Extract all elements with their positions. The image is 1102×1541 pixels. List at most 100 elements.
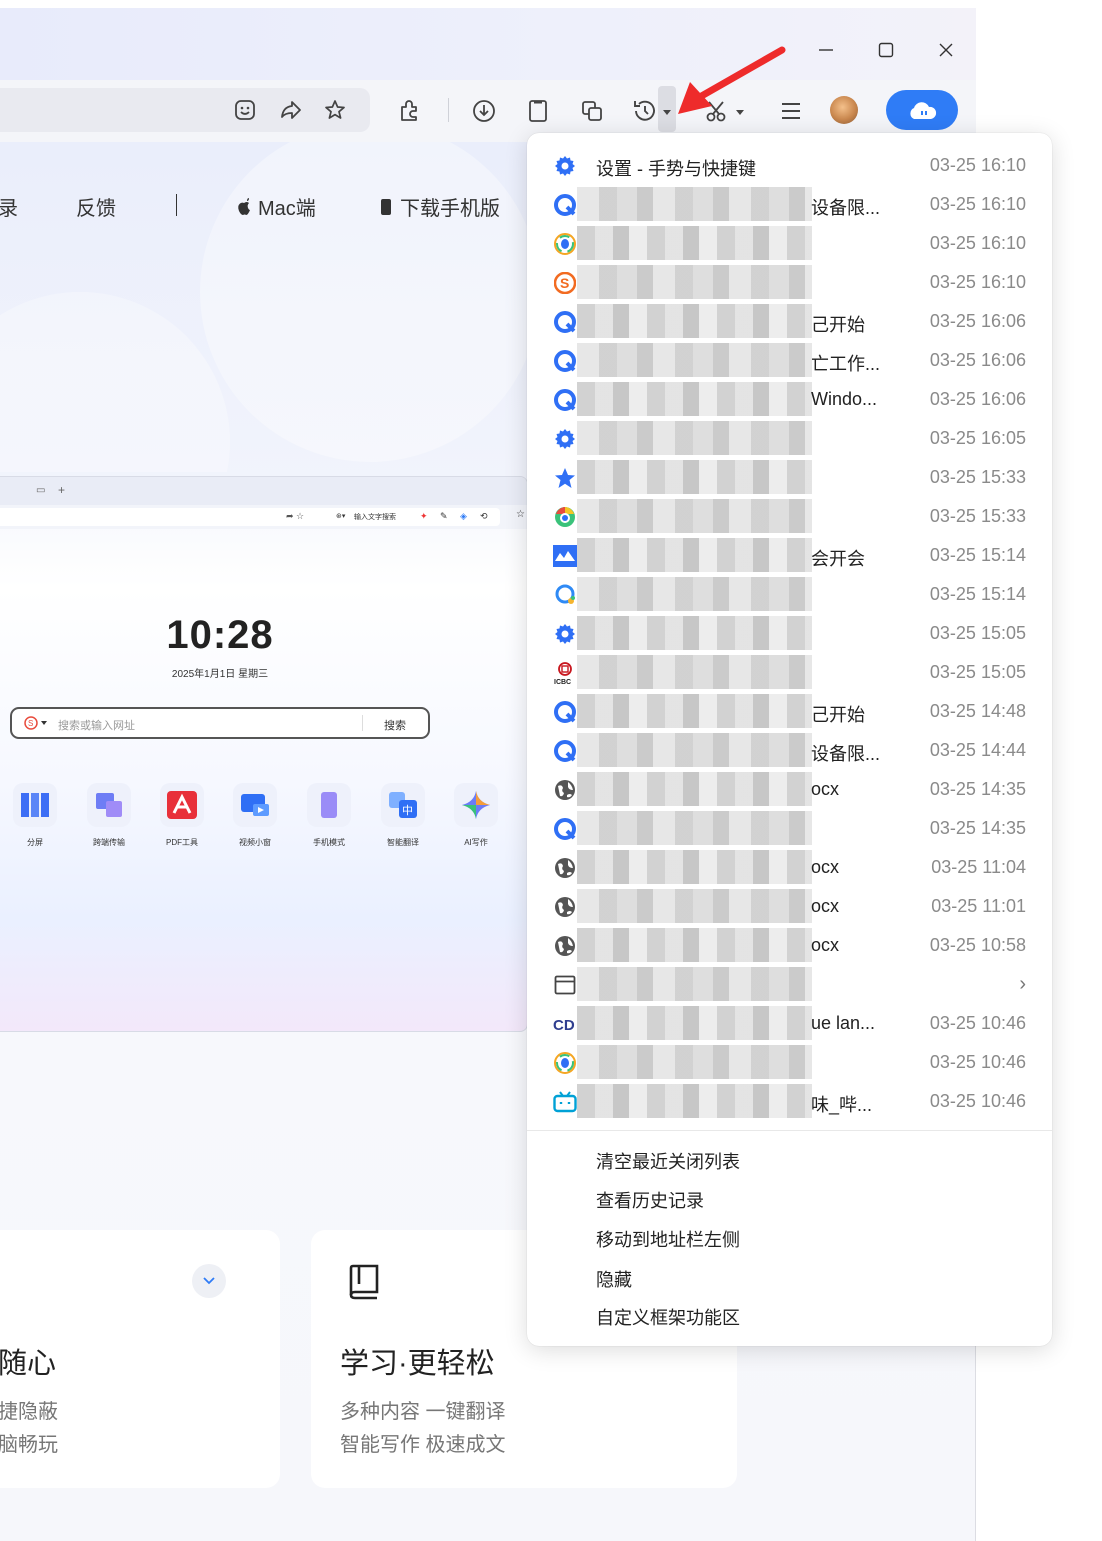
svg-text:ICBC: ICBC	[554, 679, 571, 685]
item-time: 03-25 10:46	[929, 1013, 1026, 1033]
qq-icon	[553, 232, 577, 256]
book-icon	[347, 1264, 381, 1305]
recently-closed-item[interactable]: ocx 03-25 11:01	[527, 887, 1052, 926]
recently-closed-menu: 设置 - 手势与快捷键 03-25 16:10 设备限... 03-25 16:10 0…	[527, 133, 1052, 1346]
pdf-icon	[167, 791, 197, 819]
redacted-title	[577, 694, 812, 728]
recently-closed-item[interactable]: 03-25 15:14	[527, 575, 1052, 614]
item-time: 03-25 10:46	[929, 1052, 1026, 1072]
recently-closed-item[interactable]: 设置 - 手势与快捷键 03-25 16:10	[527, 146, 1052, 185]
clipboard-icon[interactable]	[523, 96, 553, 126]
minimize-button[interactable]	[812, 36, 840, 64]
address-bar[interactable]	[0, 88, 370, 132]
redacted-title	[577, 538, 812, 572]
cloud-sync-button[interactable]	[886, 90, 958, 130]
preview-search-box: S 搜索或输入网址 搜索	[10, 707, 430, 739]
recently-closed-item[interactable]: 03-25 16:05	[527, 419, 1052, 458]
recently-closed-item[interactable]: ocx 03-25 14:35	[527, 770, 1052, 809]
icbc-icon: ICBC	[553, 661, 577, 685]
item-time: 03-25 16:10	[929, 194, 1026, 214]
q-browser-icon	[553, 349, 577, 373]
preview-date: 2025年1月1日 星期三	[171, 669, 269, 680]
preview-search-button: 搜索	[384, 720, 406, 732]
download-icon[interactable]	[469, 96, 499, 126]
item-time: 03-25 14:35	[929, 779, 1026, 799]
nav-item-login[interactable]: 录	[0, 192, 18, 221]
menu-divider	[527, 1130, 1052, 1131]
recently-closed-item[interactable]: 03-25 16:10	[527, 224, 1052, 263]
nav-item-mobile[interactable]: 下载手机版	[380, 192, 500, 221]
hide-item[interactable]: 隐藏	[596, 1266, 632, 1292]
screenshot-icon[interactable]	[577, 96, 607, 126]
avatar[interactable]	[830, 96, 858, 124]
item-time: 03-25 11:01	[931, 896, 1026, 916]
recently-closed-item[interactable]: 03-25 15:33	[527, 497, 1052, 536]
recently-closed-item[interactable]: 己开始 03-25 14:48	[527, 692, 1052, 731]
phone-icon	[381, 198, 391, 215]
recently-closed-item[interactable]: 亡工作... 03-25 16:06	[527, 341, 1052, 380]
recently-closed-item[interactable]: 03-25 15:05	[527, 614, 1052, 653]
maximize-button[interactable]	[872, 36, 900, 64]
preview-app-phone-mode: 手机模式	[304, 783, 354, 848]
item-title: ue lan...	[811, 1013, 876, 1033]
nav-item-mac-label: Mac端	[258, 198, 316, 220]
customize-frame-item[interactable]: 自定义框架功能区	[596, 1304, 740, 1330]
redacted-title	[577, 889, 812, 923]
item-time: 03-25 16:06	[929, 311, 1026, 331]
gear-icon	[553, 427, 577, 451]
svg-text:S: S	[28, 719, 33, 728]
recently-closed-item[interactable]: 03-25 10:46	[527, 1043, 1052, 1082]
redacted-title	[577, 811, 812, 845]
recently-closed-item[interactable]: 会开会 03-25 15:14	[527, 536, 1052, 575]
move-left-item[interactable]: 移动到地址栏左侧	[596, 1226, 740, 1252]
recently-closed-item[interactable]: S 03-25 16:10	[527, 263, 1052, 302]
item-title: ocx	[811, 779, 840, 799]
star-add-icon[interactable]	[320, 95, 350, 125]
item-title: 味_哔...	[811, 1095, 873, 1115]
recently-closed-item[interactable]: ocx 03-25 10:58	[527, 926, 1052, 965]
share-icon[interactable]	[276, 95, 306, 125]
item-title: ocx	[811, 896, 840, 916]
chrome-qq-icon	[553, 505, 577, 529]
recently-closed-item[interactable]: 味_哔... 03-25 10:46	[527, 1082, 1052, 1121]
emoji-icon[interactable]	[230, 95, 260, 125]
chevron-down-icon[interactable]	[192, 1264, 226, 1298]
ai-sparkle-icon	[462, 791, 490, 819]
item-time: 03-25 14:48	[929, 701, 1026, 721]
translate-icon: 中	[389, 792, 417, 818]
q-browser-icon	[553, 310, 577, 334]
recently-closed-item[interactable]: Windo... 03-25 16:06	[527, 380, 1052, 419]
redacted-title	[577, 421, 812, 455]
q-browser-icon	[553, 193, 577, 217]
redacted-title	[577, 499, 812, 533]
item-time: 03-25 15:33	[929, 506, 1026, 526]
feature-card-private[interactable]: 随心 捷隐蔽 脑畅玩	[0, 1230, 280, 1488]
nav-item-feedback[interactable]: 反馈	[76, 192, 116, 221]
recently-closed-item[interactable]: 03-25 15:33	[527, 458, 1052, 497]
svg-text:S: S	[560, 275, 569, 291]
recently-closed-item[interactable]: 03-25 14:35	[527, 809, 1052, 848]
extension-icon[interactable]	[395, 96, 425, 126]
preview-address-text: 输入文字搜索	[354, 514, 396, 521]
recently-closed-item[interactable]: ICBC 03-25 15:05	[527, 653, 1052, 692]
recently-closed-item[interactable]: ocx 03-25 11:04	[527, 848, 1052, 887]
close-button[interactable]	[932, 36, 960, 64]
recently-closed-item[interactable]: 设备限... 03-25 16:10	[527, 185, 1052, 224]
gear-icon	[553, 622, 577, 646]
sogou-icon: S	[24, 715, 50, 736]
preview-clock: 10:28	[166, 613, 274, 657]
recently-closed-item[interactable]: 设备限... 03-25 14:44	[527, 731, 1052, 770]
recently-closed-item[interactable]: 己开始 03-25 16:06	[527, 302, 1052, 341]
item-title: Windo...	[811, 389, 878, 409]
chevron-right-icon: ›	[1019, 973, 1026, 995]
redacted-title	[577, 1084, 812, 1118]
clear-closed-list-item[interactable]: 清空最近关闭列表	[596, 1148, 740, 1174]
close-icon	[939, 43, 953, 57]
preview-search-placeholder: 搜索或输入网址	[58, 720, 135, 732]
recently-closed-item[interactable]: ›	[527, 965, 1052, 1004]
nav-item-mac[interactable]: Mac端	[236, 192, 316, 221]
recently-closed-item[interactable]: CD ue lan... 03-25 10:46	[527, 1004, 1052, 1043]
redacted-title	[577, 967, 812, 1001]
view-history-item[interactable]: 查看历史记录	[596, 1187, 704, 1213]
split-screen-icon	[21, 793, 49, 817]
